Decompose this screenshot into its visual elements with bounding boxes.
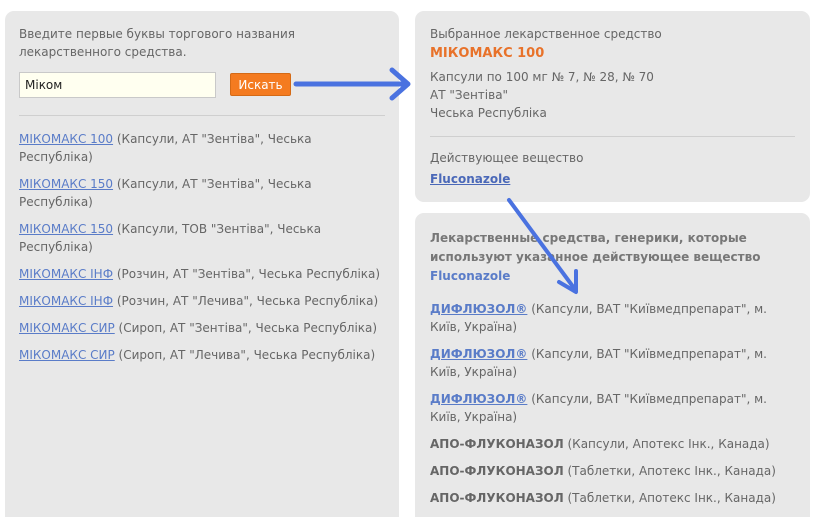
arrow-down-icon: [507, 198, 578, 294]
arrow-right-icon: [293, 67, 411, 101]
annotation-arrows: [293, 67, 578, 294]
